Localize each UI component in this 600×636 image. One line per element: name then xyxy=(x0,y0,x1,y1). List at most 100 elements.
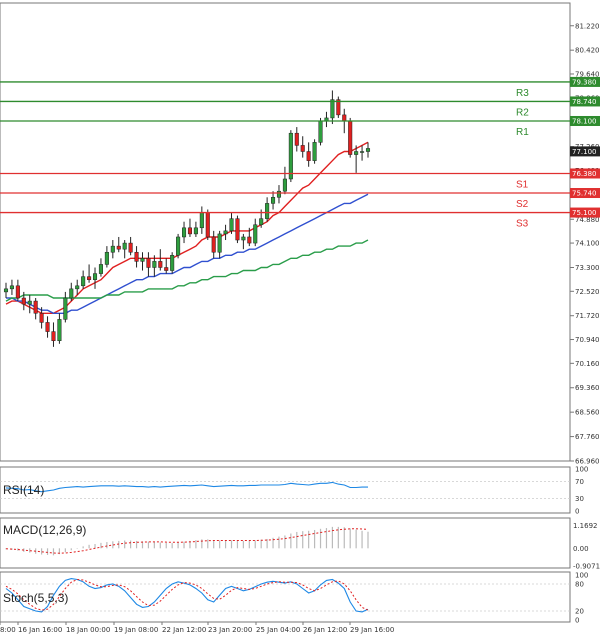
level-label-s1: S1 xyxy=(516,179,529,190)
price-tick-label: 74.100 xyxy=(575,240,600,248)
candle-body-up xyxy=(253,224,258,244)
macd-histogram-bar xyxy=(130,540,132,549)
candle-body-up xyxy=(330,99,335,119)
candle-body-down xyxy=(15,285,20,299)
macd-tick-label: 0.00 xyxy=(573,545,589,553)
stoch-tick-label: 80 xyxy=(575,581,584,589)
level-tag-value: 75.100 xyxy=(572,209,597,217)
candle-body-up xyxy=(199,212,204,229)
candle-body-up xyxy=(271,197,276,204)
macd-histogram-bar xyxy=(76,548,78,549)
macd-histogram-bar xyxy=(308,530,310,549)
candle-body-down xyxy=(116,245,121,250)
candle-body-up xyxy=(193,227,198,235)
stoch-tick-label: 100 xyxy=(575,572,588,580)
candle-body-down xyxy=(164,267,169,271)
candle xyxy=(170,252,175,274)
macd-histogram-bar xyxy=(106,542,108,549)
macd-histogram-bar xyxy=(82,546,84,549)
candle-body-up xyxy=(265,203,270,219)
candle-body-down xyxy=(146,258,151,268)
macd-histogram-bar xyxy=(248,540,250,549)
candle-body-down xyxy=(134,251,139,262)
stoch-tick-label: 20 xyxy=(575,608,584,616)
macd-histogram-bar xyxy=(171,543,173,549)
macd-histogram-bar xyxy=(153,542,155,549)
candle xyxy=(235,215,240,244)
level-label-r1: R1 xyxy=(516,127,529,138)
candle-body-up xyxy=(282,178,287,192)
macd-tick-label: 1.1692 xyxy=(573,522,598,530)
time-tick-label: 16 Jan 16:00 xyxy=(18,626,62,634)
macd-histogram-bar xyxy=(88,544,90,549)
candle-body-up xyxy=(360,151,365,153)
candle-body-down xyxy=(187,227,192,235)
price-tick-label: 66.960 xyxy=(575,458,600,466)
macd-histogram-bar xyxy=(64,548,66,553)
rsi-tick-label: 100 xyxy=(575,466,588,474)
candle xyxy=(176,233,181,259)
candle-body-up xyxy=(152,261,157,268)
candle-body-up xyxy=(69,288,74,299)
candle-body-up xyxy=(217,233,222,253)
candle-body-up xyxy=(354,151,359,155)
candle xyxy=(348,117,353,158)
rsi-tick-label: 0 xyxy=(575,508,579,516)
macd-histogram-bar xyxy=(260,539,262,549)
time-tick-label: 25 Jan 04:00 xyxy=(256,626,300,634)
macd-histogram-bar xyxy=(207,539,209,549)
forex-chart: 81.22080.42079.64078.86078.08077.26076.4… xyxy=(0,0,600,636)
candle-body-up xyxy=(170,255,175,271)
macd-histogram-bar xyxy=(147,541,150,549)
candle xyxy=(288,130,293,183)
macd-histogram-bar xyxy=(159,542,161,549)
level-tag-value: 78.740 xyxy=(572,98,597,106)
candle-body-up xyxy=(140,258,145,262)
macd-histogram-bar xyxy=(343,527,345,549)
macd-histogram-bar xyxy=(46,548,49,555)
chart-background xyxy=(0,0,600,636)
macd-histogram-bar xyxy=(118,540,120,549)
candle-body-up xyxy=(223,230,228,235)
level-tag-value: 78.100 xyxy=(572,117,597,125)
macd-histogram-bar xyxy=(296,531,298,549)
candle-body-up xyxy=(276,190,282,198)
macd-histogram-bar xyxy=(319,528,322,549)
candle-body-up xyxy=(27,300,32,305)
time-tick-label: 18 Jan 00:00 xyxy=(66,626,110,634)
time-tick-label: 22 Jan 12:00 xyxy=(162,626,206,634)
price-tick-label: 72.520 xyxy=(575,288,600,296)
macd-histogram-bar xyxy=(290,533,292,549)
candle-body-down xyxy=(45,322,50,332)
macd-histogram-bar xyxy=(325,528,328,549)
current-price-value: 77.100 xyxy=(572,148,597,156)
level-label-r2: R2 xyxy=(516,107,529,118)
macd-histogram-bar xyxy=(183,541,185,549)
rsi-tick-label: 70 xyxy=(575,478,584,486)
candle-body-down xyxy=(158,261,163,268)
level-label-s3: S3 xyxy=(516,219,529,230)
price-tick-label: 81.220 xyxy=(575,22,600,30)
macd-histogram-bar xyxy=(52,548,55,556)
macd-histogram-bar xyxy=(313,529,316,549)
candle-body-down xyxy=(306,151,311,161)
candle-body-up xyxy=(81,276,86,287)
candle xyxy=(205,209,210,241)
macd-title: MACD(12,26,9) xyxy=(3,523,86,537)
price-tick-label: 70.160 xyxy=(575,360,600,368)
candle-body-up xyxy=(57,319,62,341)
macd-histogram-bar xyxy=(284,535,286,549)
candle-body-down xyxy=(33,300,38,314)
candle-body-down xyxy=(128,242,133,253)
price-tick-label: 73.300 xyxy=(575,264,600,272)
candle-body-down xyxy=(205,212,210,238)
candle-body-down xyxy=(87,276,92,280)
candle-body-up xyxy=(229,218,234,232)
candle-body-up xyxy=(92,273,98,280)
macd-histogram-bar xyxy=(195,540,197,549)
price-tick-label: 68.560 xyxy=(575,409,600,417)
stoch-title: Stoch(5,5,3) xyxy=(3,591,68,605)
price-tick-label: 69.360 xyxy=(575,384,600,392)
candle-body-down xyxy=(294,132,299,146)
candle xyxy=(312,139,317,164)
